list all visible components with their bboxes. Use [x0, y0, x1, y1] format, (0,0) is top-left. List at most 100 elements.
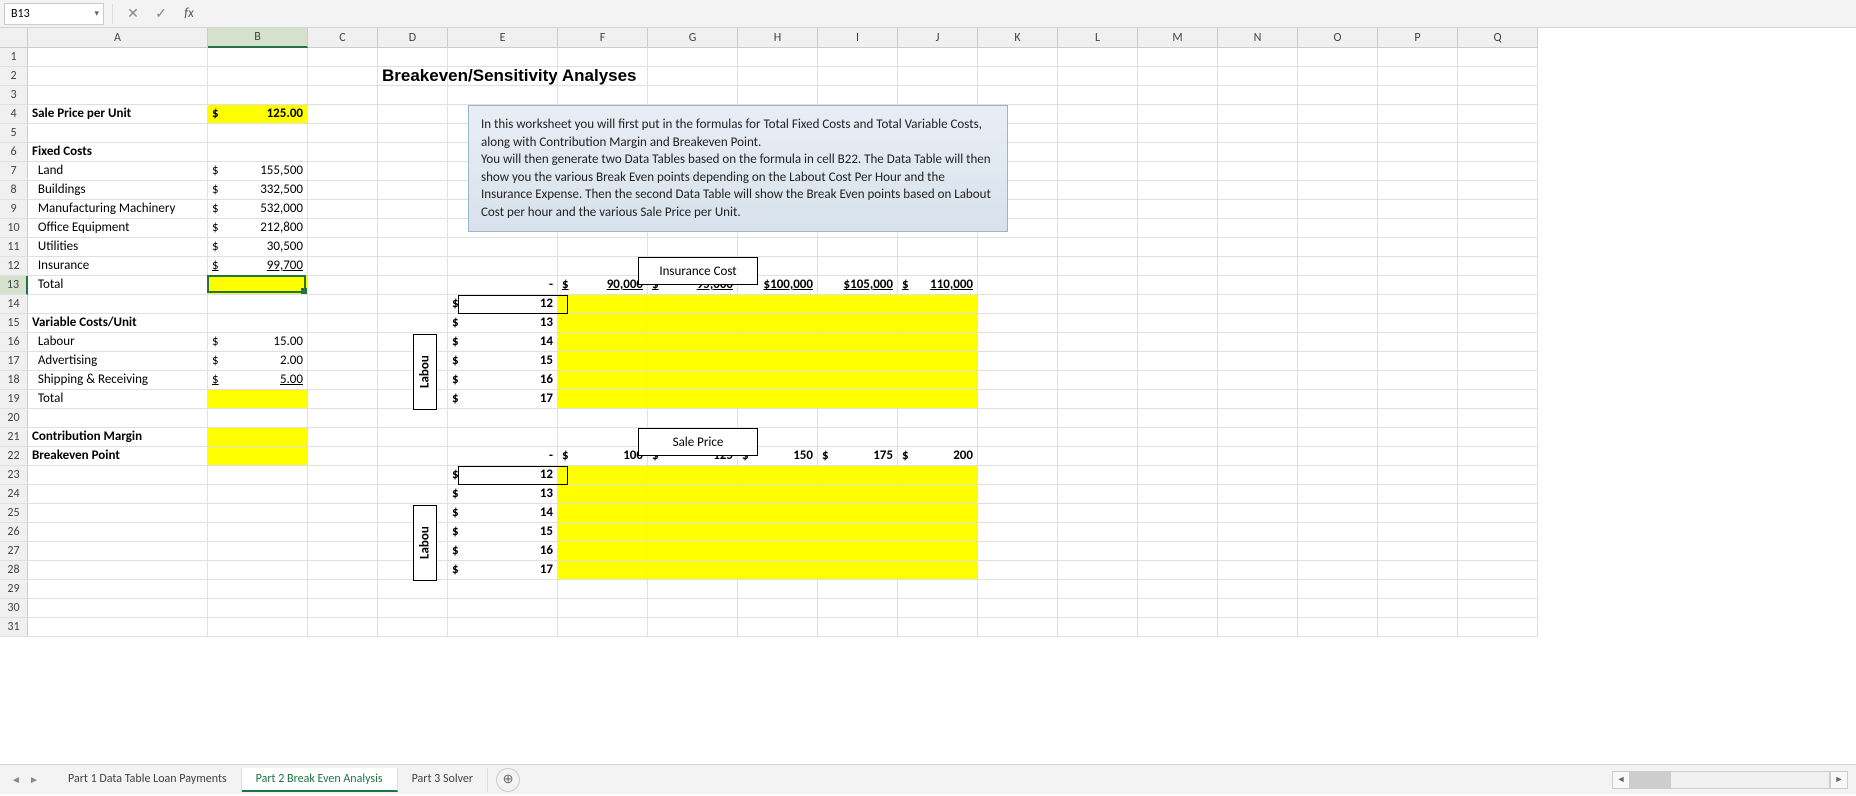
scroll-thumb[interactable] [1631, 772, 1671, 788]
cell-N14[interactable] [1218, 295, 1298, 314]
cell-A30[interactable] [28, 599, 208, 618]
cell-J14[interactable] [898, 295, 978, 314]
cell-G28[interactable] [648, 561, 738, 580]
cell-B11[interactable]: $30,500 [208, 238, 308, 257]
cell-F16[interactable] [558, 333, 648, 352]
cell-M27[interactable] [1138, 542, 1218, 561]
cell-M26[interactable] [1138, 523, 1218, 542]
cell-F1[interactable] [558, 48, 648, 67]
cell-E13[interactable]: - [448, 276, 558, 295]
cell-Q1[interactable] [1458, 48, 1538, 67]
cell-A24[interactable] [28, 485, 208, 504]
cell-G19[interactable] [648, 390, 738, 409]
cell-L23[interactable] [1058, 466, 1138, 485]
row-header-5[interactable]: 5 [0, 124, 28, 143]
cell-M16[interactable] [1138, 333, 1218, 352]
formula-input[interactable] [205, 3, 1852, 25]
cell-M20[interactable] [1138, 409, 1218, 428]
cell-C15[interactable] [308, 314, 378, 333]
cell-A27[interactable] [28, 542, 208, 561]
cell-L4[interactable] [1058, 105, 1138, 124]
row-header-11[interactable]: 11 [0, 238, 28, 257]
cell-O20[interactable] [1298, 409, 1378, 428]
cell-A15[interactable]: Variable Costs/Unit [28, 314, 208, 333]
cell-E12[interactable] [448, 257, 558, 276]
cell-M19[interactable] [1138, 390, 1218, 409]
cell-A7[interactable]: Land [28, 162, 208, 181]
cell-B17[interactable]: $2.00 [208, 352, 308, 371]
cell-A18[interactable]: Shipping & Receiving [28, 371, 208, 390]
row-header-17[interactable]: 17 [0, 352, 28, 371]
cell-Q9[interactable] [1458, 200, 1538, 219]
col-header-K[interactable]: K [978, 28, 1058, 48]
cell-O22[interactable] [1298, 447, 1378, 466]
cell-A16[interactable]: Labour [28, 333, 208, 352]
col-header-I[interactable]: I [818, 28, 898, 48]
cell-L13[interactable] [1058, 276, 1138, 295]
cell-F25[interactable] [558, 504, 648, 523]
cell-A20[interactable] [28, 409, 208, 428]
cell-J3[interactable] [898, 86, 978, 105]
cell-L18[interactable] [1058, 371, 1138, 390]
cell-E22[interactable]: - [448, 447, 558, 466]
cell-M12[interactable] [1138, 257, 1218, 276]
cell-L15[interactable] [1058, 314, 1138, 333]
cell-H16[interactable] [738, 333, 818, 352]
cell-A11[interactable]: Utilities [28, 238, 208, 257]
cell-G20[interactable] [648, 409, 738, 428]
cell-H14[interactable] [738, 295, 818, 314]
cell-Q16[interactable] [1458, 333, 1538, 352]
cell-F20[interactable] [558, 409, 648, 428]
cell-D24[interactable] [378, 485, 448, 504]
cell-N28[interactable] [1218, 561, 1298, 580]
cell-P13[interactable] [1378, 276, 1458, 295]
cell-C6[interactable] [308, 143, 378, 162]
cell-J12[interactable] [898, 257, 978, 276]
cell-F3[interactable] [558, 86, 648, 105]
cell-I31[interactable] [818, 618, 898, 637]
col-header-E[interactable]: E [448, 28, 558, 48]
cell-D20[interactable] [378, 409, 448, 428]
cell-C13[interactable] [308, 276, 378, 295]
cell-O6[interactable] [1298, 143, 1378, 162]
cell-C29[interactable] [308, 580, 378, 599]
cell-G31[interactable] [648, 618, 738, 637]
cell-A23[interactable] [28, 466, 208, 485]
cell-O19[interactable] [1298, 390, 1378, 409]
cell-O29[interactable] [1298, 580, 1378, 599]
cell-C18[interactable] [308, 371, 378, 390]
cell-Q19[interactable] [1458, 390, 1538, 409]
cell-Q28[interactable] [1458, 561, 1538, 580]
cell-P20[interactable] [1378, 409, 1458, 428]
cell-G27[interactable] [648, 542, 738, 561]
cell-Q24[interactable] [1458, 485, 1538, 504]
cell-J25[interactable] [898, 504, 978, 523]
cell-H30[interactable] [738, 599, 818, 618]
cell-D23[interactable] [378, 466, 448, 485]
cell-J21[interactable] [898, 428, 978, 447]
cell-B28[interactable] [208, 561, 308, 580]
cell-P6[interactable] [1378, 143, 1458, 162]
cell-L27[interactable] [1058, 542, 1138, 561]
cell-Q23[interactable] [1458, 466, 1538, 485]
cell-Q29[interactable] [1458, 580, 1538, 599]
cell-P27[interactable] [1378, 542, 1458, 561]
cell-N25[interactable] [1218, 504, 1298, 523]
cell-C16[interactable] [308, 333, 378, 352]
cell-M31[interactable] [1138, 618, 1218, 637]
row-header-4[interactable]: 4 [0, 105, 28, 124]
cell-H20[interactable] [738, 409, 818, 428]
cell-K19[interactable] [978, 390, 1058, 409]
scroll-track[interactable] [1630, 771, 1830, 789]
cell-B3[interactable] [208, 86, 308, 105]
cell-D15[interactable] [378, 314, 448, 333]
cell-L20[interactable] [1058, 409, 1138, 428]
cell-M15[interactable] [1138, 314, 1218, 333]
cell-O12[interactable] [1298, 257, 1378, 276]
col-header-F[interactable]: F [558, 28, 648, 48]
cell-C31[interactable] [308, 618, 378, 637]
cell-K14[interactable] [978, 295, 1058, 314]
cell-L28[interactable] [1058, 561, 1138, 580]
cell-P3[interactable] [1378, 86, 1458, 105]
cell-B21[interactable] [208, 428, 308, 447]
